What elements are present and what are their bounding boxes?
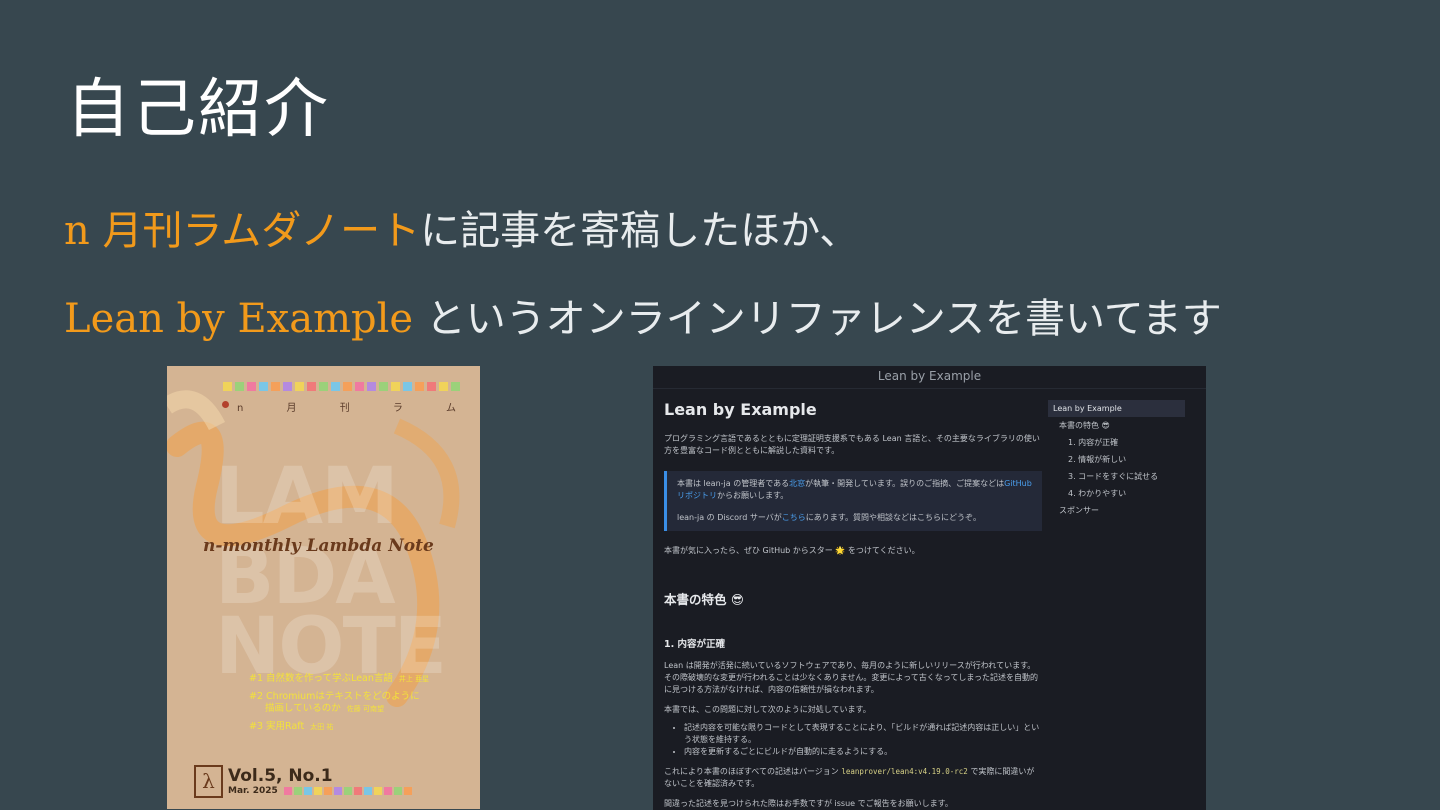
cover-top-strip [223,382,460,391]
toc-item-sponsors[interactable]: スポンサー [1048,502,1185,519]
subsection-heading: 1. 内容が正確 [664,639,726,650]
slide-title: 自己紹介 [66,73,330,147]
magazine-name: n 月刊ラムダノート [64,208,421,254]
site-header-title: Lean by Example [653,366,1206,389]
cover-bottom-strip [284,787,412,795]
cover-big-word: LAM [215,452,399,542]
list-item: 内容を更新するごとにビルドが自動的に走るようにする。 [684,746,1042,758]
cover-masthead: n 月 刊 ラ ム ダ ノ ー ト [237,403,480,414]
list-item: 記述内容を可能な限りコードとして表現することにより、「ビルドが通れば記述内容は正… [684,722,1042,746]
toc-item-easy[interactable]: 4. わかりやすい [1048,485,1185,502]
callout-paragraph: lean-ja の Discord サーバがこちらにあります。質問や相談などはこ… [677,513,981,522]
callout-paragraph: 本書は lean-ja の管理者である北窓が執筆・開発しています。誤りのご指摘、… [677,479,1032,500]
cover-toc-item: #1 自然数を作って学ぶLean言語 井上 亜星 [249,673,430,684]
site-page-title: Lean by Example [664,400,817,419]
website-screenshot: Lean by Example Lean by Example プログラミング言… [653,366,1206,810]
lambda-logo-icon: λ [194,765,223,798]
reference-name: Lean by Example [64,296,414,342]
cover-toc-item-cont: 描画しているのか 佐藤 可南望 [265,703,384,714]
magazine-cover-image: n 月 刊 ラ ム ダ ノ ー ト LAM BDA NOTE n-monthly… [167,366,480,809]
author-link[interactable]: 北窓 [789,479,805,488]
site-toc-sidebar: Lean by Example 本書の特色 😎 1. 内容が正確 2. 情報が新… [1048,400,1185,519]
intro-line-1-text: に記事を寄稿したほか、 [420,208,860,254]
masthead-dot [222,401,229,408]
intro-line-2-text: というオンラインリファレンスを書いてます [413,296,1222,342]
star-request: 本書が気に入ったら、ぜひ GitHub からスター 🌟 をつけてください。 [664,546,920,555]
site-callout: 本書は lean-ja の管理者である北窓が執筆・開発しています。誤りのご指摘、… [664,471,1042,531]
cover-volume: Vol.5, No.1 [228,766,333,786]
cover-date: Mar. 2025 [228,786,278,796]
site-paragraph: 本書では、この問題に対して次のように対処しています。 [664,705,871,714]
section-heading: 本書の特色 😎 [664,592,744,607]
bullet-list: 記述内容を可能な限りコードとして表現することにより、「ビルドが通れば記述内容は正… [664,722,1042,758]
intro-line-2: Lean by Example というオンラインリファレンスを書いてます [64,286,1222,344]
toc-item-accurate[interactable]: 1. 内容が正確 [1048,434,1185,451]
site-intro: プログラミング言語であるとともに定理証明支援系でもある Lean 言語と、その主… [664,434,1040,455]
site-paragraph: Lean は開発が活発に続いているソフトウェアであり、毎月のように新しいリリース… [664,661,1038,694]
version-code: leanprover/lean4:v4.19.0-rc2 [841,767,968,776]
intro-line-1: n 月刊ラムダノートに記事を寄稿したほか、 [64,198,859,256]
toc-item-top[interactable]: Lean by Example [1048,400,1185,417]
toc-item-features[interactable]: 本書の特色 😎 [1048,417,1185,434]
discord-link[interactable]: こちら [782,513,806,522]
toc-item-new-info[interactable]: 2. 情報が新しい [1048,451,1185,468]
site-paragraph: 間違った記述を見つけられた際はお手数ですが issue でご報告をお願いします。 [664,799,953,808]
site-paragraph: これにより本書のほぼすべての記述はバージョン leanprover/lean4:… [664,767,1035,788]
site-main-content: Lean by Example プログラミング言語であるとともに定理証明支援系で… [664,400,1042,810]
toc-item-try-code[interactable]: 3. コードをすぐに試せる [1048,468,1185,485]
cover-script-title: n-monthly Lambda Note [203,536,434,556]
cover-toc-item: #3 実用Raft 太田 祐 [249,721,334,732]
